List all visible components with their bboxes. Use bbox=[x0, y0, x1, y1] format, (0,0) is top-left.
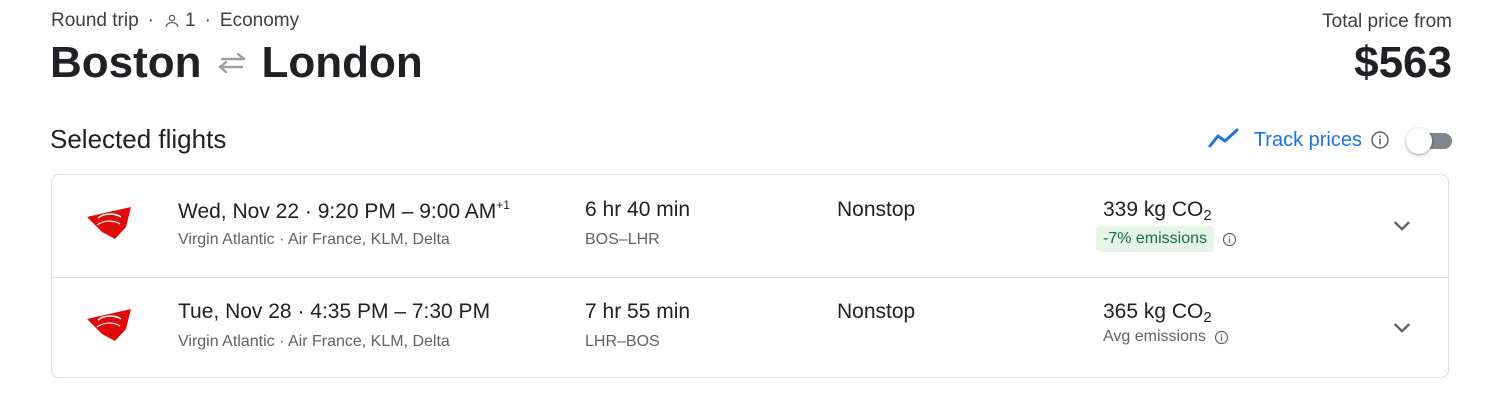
info-icon[interactable] bbox=[1370, 130, 1390, 150]
separator-dot: · bbox=[204, 10, 211, 31]
trip-type[interactable]: Round trip bbox=[51, 10, 139, 32]
flight-carriers: Virgin Atlantic · Air France, KLM, Delta bbox=[178, 333, 450, 350]
toggle-knob bbox=[1406, 128, 1432, 154]
day-offset: +1 bbox=[496, 198, 510, 212]
flight-row[interactable]: Tue, Nov 28 · 4:35 PM – 7:30 PM Virgin A… bbox=[52, 277, 1448, 379]
flight-time-range: 9:20 PM – 9:00 AM bbox=[317, 200, 497, 223]
emissions-info: -7% emissions bbox=[1096, 226, 1237, 252]
emissions-subscript: 2 bbox=[1203, 309, 1212, 326]
destination-city: London bbox=[261, 38, 423, 87]
flight-airports: LHR–BOS bbox=[585, 333, 660, 350]
flight-stops: Nonstop bbox=[837, 300, 916, 323]
emissions-value: 339 kg CO bbox=[1103, 198, 1204, 221]
flight-date: Wed, Nov 22 bbox=[178, 200, 300, 223]
info-icon[interactable] bbox=[1214, 330, 1229, 345]
track-prices-toggle[interactable] bbox=[1406, 126, 1452, 154]
flight-times: Wed, Nov 22 · 9:20 PM – 9:00 AM+1 bbox=[178, 198, 510, 224]
selected-flights-card: Wed, Nov 22 · 9:20 PM – 9:00 AM+1 Virgin… bbox=[51, 174, 1449, 378]
emissions-badge: -7% emissions bbox=[1096, 226, 1215, 252]
origin-city: Boston bbox=[50, 38, 202, 87]
virgin-atlantic-logo-icon bbox=[84, 307, 134, 348]
total-price-label: Total price from bbox=[1322, 11, 1452, 32]
chevron-down-icon[interactable] bbox=[1389, 315, 1415, 341]
route-title: Boston London bbox=[50, 38, 423, 88]
flight-carriers: Virgin Atlantic · Air France, KLM, Delta bbox=[178, 231, 450, 248]
flight-emissions: 339 kg CO2 bbox=[1103, 198, 1212, 224]
track-prices-label[interactable]: Track prices bbox=[1254, 129, 1362, 152]
trip-summary: Round trip · 1 · Economy bbox=[51, 10, 299, 32]
flight-date: Tue, Nov 28 bbox=[178, 300, 292, 323]
emissions-label: Avg emissions bbox=[1103, 328, 1206, 345]
flight-emissions: 365 kg CO2 bbox=[1103, 300, 1212, 326]
emissions-info: Avg emissions bbox=[1096, 328, 1229, 346]
chevron-down-icon[interactable] bbox=[1389, 213, 1415, 239]
flight-airports: BOS–LHR bbox=[585, 231, 660, 248]
info-icon[interactable] bbox=[1222, 232, 1237, 247]
trend-line-icon bbox=[1208, 127, 1240, 154]
emissions-subscript: 2 bbox=[1203, 207, 1212, 224]
flight-stops: Nonstop bbox=[837, 198, 916, 221]
swap-arrows-icon bbox=[216, 50, 248, 76]
flight-duration: 6 hr 40 min bbox=[585, 198, 691, 221]
selected-flights-title: Selected flights bbox=[50, 124, 227, 154]
total-price: $563 bbox=[1354, 38, 1452, 87]
person-icon bbox=[163, 12, 181, 30]
flight-times: Tue, Nov 28 · 4:35 PM – 7:30 PM bbox=[178, 300, 490, 324]
emissions-value: 365 kg CO bbox=[1103, 300, 1204, 323]
separator-dot: · bbox=[297, 300, 311, 323]
separator-dot: · bbox=[147, 10, 154, 31]
track-prices[interactable]: Track prices bbox=[1208, 124, 1452, 156]
virgin-atlantic-logo-icon bbox=[84, 205, 134, 246]
passenger-count[interactable]: 1 bbox=[185, 10, 196, 32]
separator-dot: · bbox=[304, 200, 318, 223]
flight-time-range: 4:35 PM – 7:30 PM bbox=[310, 300, 491, 323]
flight-duration: 7 hr 55 min bbox=[585, 300, 691, 323]
cabin-class[interactable]: Economy bbox=[220, 10, 299, 32]
flight-row[interactable]: Wed, Nov 22 · 9:20 PM – 9:00 AM+1 Virgin… bbox=[52, 175, 1448, 278]
